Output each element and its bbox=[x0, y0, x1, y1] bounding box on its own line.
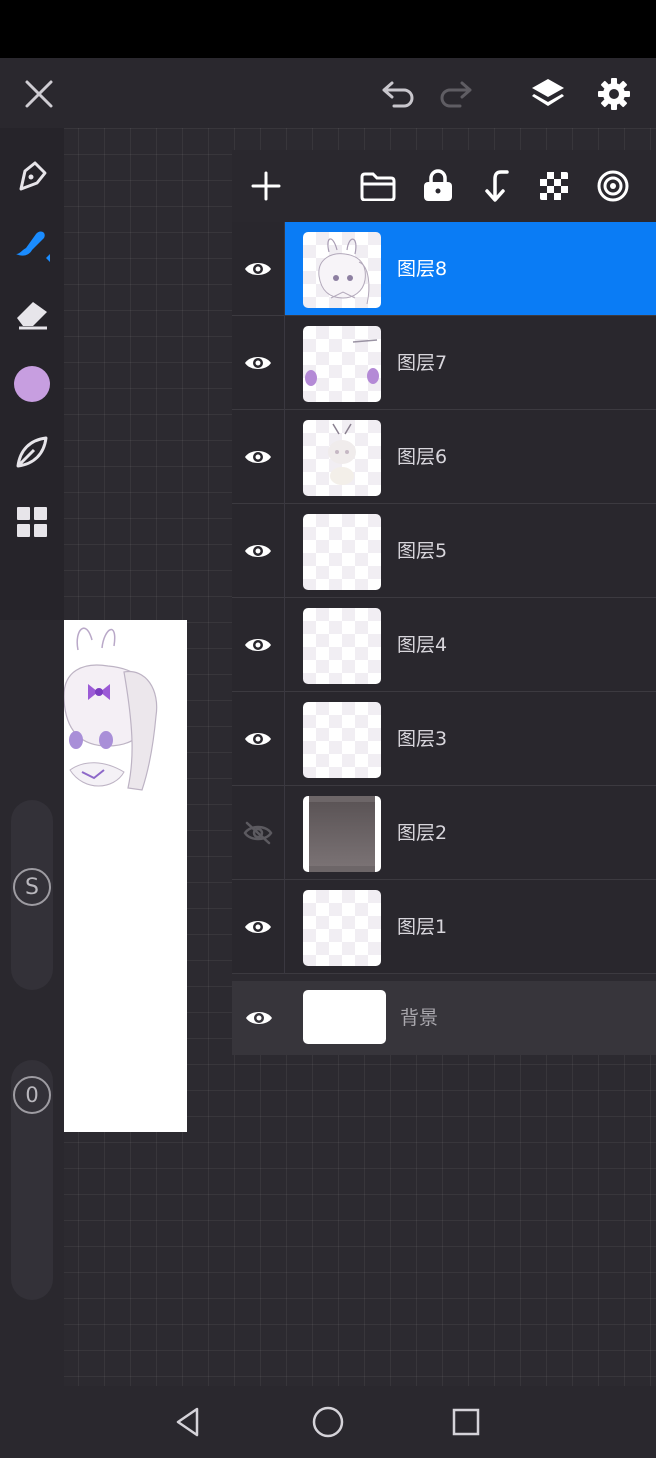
brush-sliders: S 0 bbox=[0, 620, 64, 1386]
eye-icon bbox=[245, 733, 271, 745]
layer-row-4[interactable]: 图层4 bbox=[232, 598, 656, 692]
redo-icon[interactable] bbox=[434, 76, 478, 112]
eye-icon bbox=[245, 921, 271, 933]
top-bar bbox=[0, 58, 656, 128]
background-layer-row[interactable]: 背景 bbox=[232, 981, 656, 1055]
layer-row-5[interactable]: 图层5 bbox=[232, 504, 656, 598]
layer-thumbnail bbox=[303, 326, 381, 402]
background-color-thumbnail bbox=[303, 990, 386, 1044]
visibility-toggle[interactable] bbox=[232, 880, 285, 974]
size-label: S bbox=[13, 868, 51, 906]
eye-hidden-icon bbox=[243, 821, 273, 845]
eye-icon bbox=[245, 357, 271, 369]
gear-icon[interactable] bbox=[592, 72, 636, 116]
eye-icon bbox=[245, 1012, 272, 1024]
eraser-icon[interactable] bbox=[10, 294, 54, 334]
recents-square-icon[interactable] bbox=[444, 1402, 488, 1442]
layers-panel: 图层8 图层7 图层6 图层5 图层4 图层3 图层2 图层1 背景 bbox=[232, 150, 656, 1055]
visibility-toggle[interactable] bbox=[232, 786, 285, 880]
close-icon[interactable] bbox=[18, 74, 60, 114]
visibility-toggle[interactable] bbox=[232, 316, 285, 410]
home-circle-icon[interactable] bbox=[306, 1402, 350, 1442]
layers-panel-header bbox=[232, 150, 656, 222]
layer-row-2[interactable]: 图层2 bbox=[232, 786, 656, 880]
layer-thumbnail bbox=[303, 420, 381, 496]
layer-thumbnail bbox=[303, 608, 381, 684]
layer-thumbnail bbox=[303, 232, 381, 308]
blend-mode-icon[interactable] bbox=[592, 166, 634, 206]
layer-name: 图层6 bbox=[397, 446, 448, 468]
layer-name: 图层5 bbox=[397, 540, 448, 562]
opacity-indicator[interactable]: 0 bbox=[11, 1074, 53, 1116]
tool-bar bbox=[0, 128, 64, 620]
opacity-label: 0 bbox=[13, 1076, 51, 1114]
layer-row-8[interactable]: 图层8 bbox=[232, 222, 656, 316]
layer-name: 图层3 bbox=[397, 728, 448, 750]
layer-row-1[interactable]: 图层1 bbox=[232, 880, 656, 974]
layer-thumbnail bbox=[303, 890, 381, 966]
undo-icon[interactable] bbox=[376, 76, 420, 112]
background-layer-name: 背景 bbox=[400, 1007, 439, 1029]
size-indicator[interactable]: S bbox=[11, 866, 53, 908]
layer-name: 图层8 bbox=[397, 258, 448, 280]
drawing-app-screen: S 0 图层8 图层7 图层6 图层5 图层4 图层3 图层2 图层1 背景 bbox=[0, 0, 656, 1458]
layer-thumbnail bbox=[303, 702, 381, 778]
artwork-canvas[interactable] bbox=[64, 620, 187, 1132]
grid-icon[interactable] bbox=[12, 502, 52, 542]
status-bar bbox=[0, 0, 656, 58]
layer-name: 图层2 bbox=[397, 822, 448, 844]
chibi-character-sketch bbox=[64, 627, 158, 791]
back-triangle-icon[interactable] bbox=[166, 1402, 210, 1442]
layer-row-7[interactable]: 图层7 bbox=[232, 316, 656, 410]
lock-icon[interactable] bbox=[418, 166, 458, 206]
visibility-toggle[interactable] bbox=[232, 692, 285, 786]
eye-icon bbox=[245, 639, 271, 651]
merge-down-icon[interactable] bbox=[476, 166, 516, 206]
pen-icon[interactable] bbox=[12, 156, 52, 196]
visibility-toggle[interactable] bbox=[232, 981, 285, 1055]
add-layer-icon[interactable] bbox=[246, 166, 286, 206]
visibility-toggle[interactable] bbox=[232, 222, 285, 316]
visibility-toggle[interactable] bbox=[232, 598, 285, 692]
brush-icon[interactable] bbox=[10, 222, 54, 266]
layer-thumbnail bbox=[303, 796, 381, 872]
visibility-toggle[interactable] bbox=[232, 410, 285, 504]
eye-icon bbox=[245, 545, 271, 557]
folder-icon[interactable] bbox=[356, 166, 400, 206]
layer-thumbnail bbox=[303, 514, 381, 590]
visibility-toggle[interactable] bbox=[232, 504, 285, 598]
layer-row-3[interactable]: 图层3 bbox=[232, 692, 656, 786]
layer-name: 图层7 bbox=[397, 352, 448, 374]
system-navigation-bar bbox=[0, 1386, 656, 1458]
layer-row-6[interactable]: 图层6 bbox=[232, 410, 656, 504]
color-swatch[interactable] bbox=[12, 364, 52, 404]
eye-icon bbox=[245, 263, 271, 275]
eye-icon bbox=[245, 451, 271, 463]
layer-name: 图层1 bbox=[397, 916, 448, 938]
alpha-lock-icon[interactable] bbox=[534, 166, 574, 206]
layer-name: 图层4 bbox=[397, 634, 448, 656]
layers-icon[interactable] bbox=[526, 72, 570, 116]
leaf-icon[interactable] bbox=[12, 432, 52, 472]
